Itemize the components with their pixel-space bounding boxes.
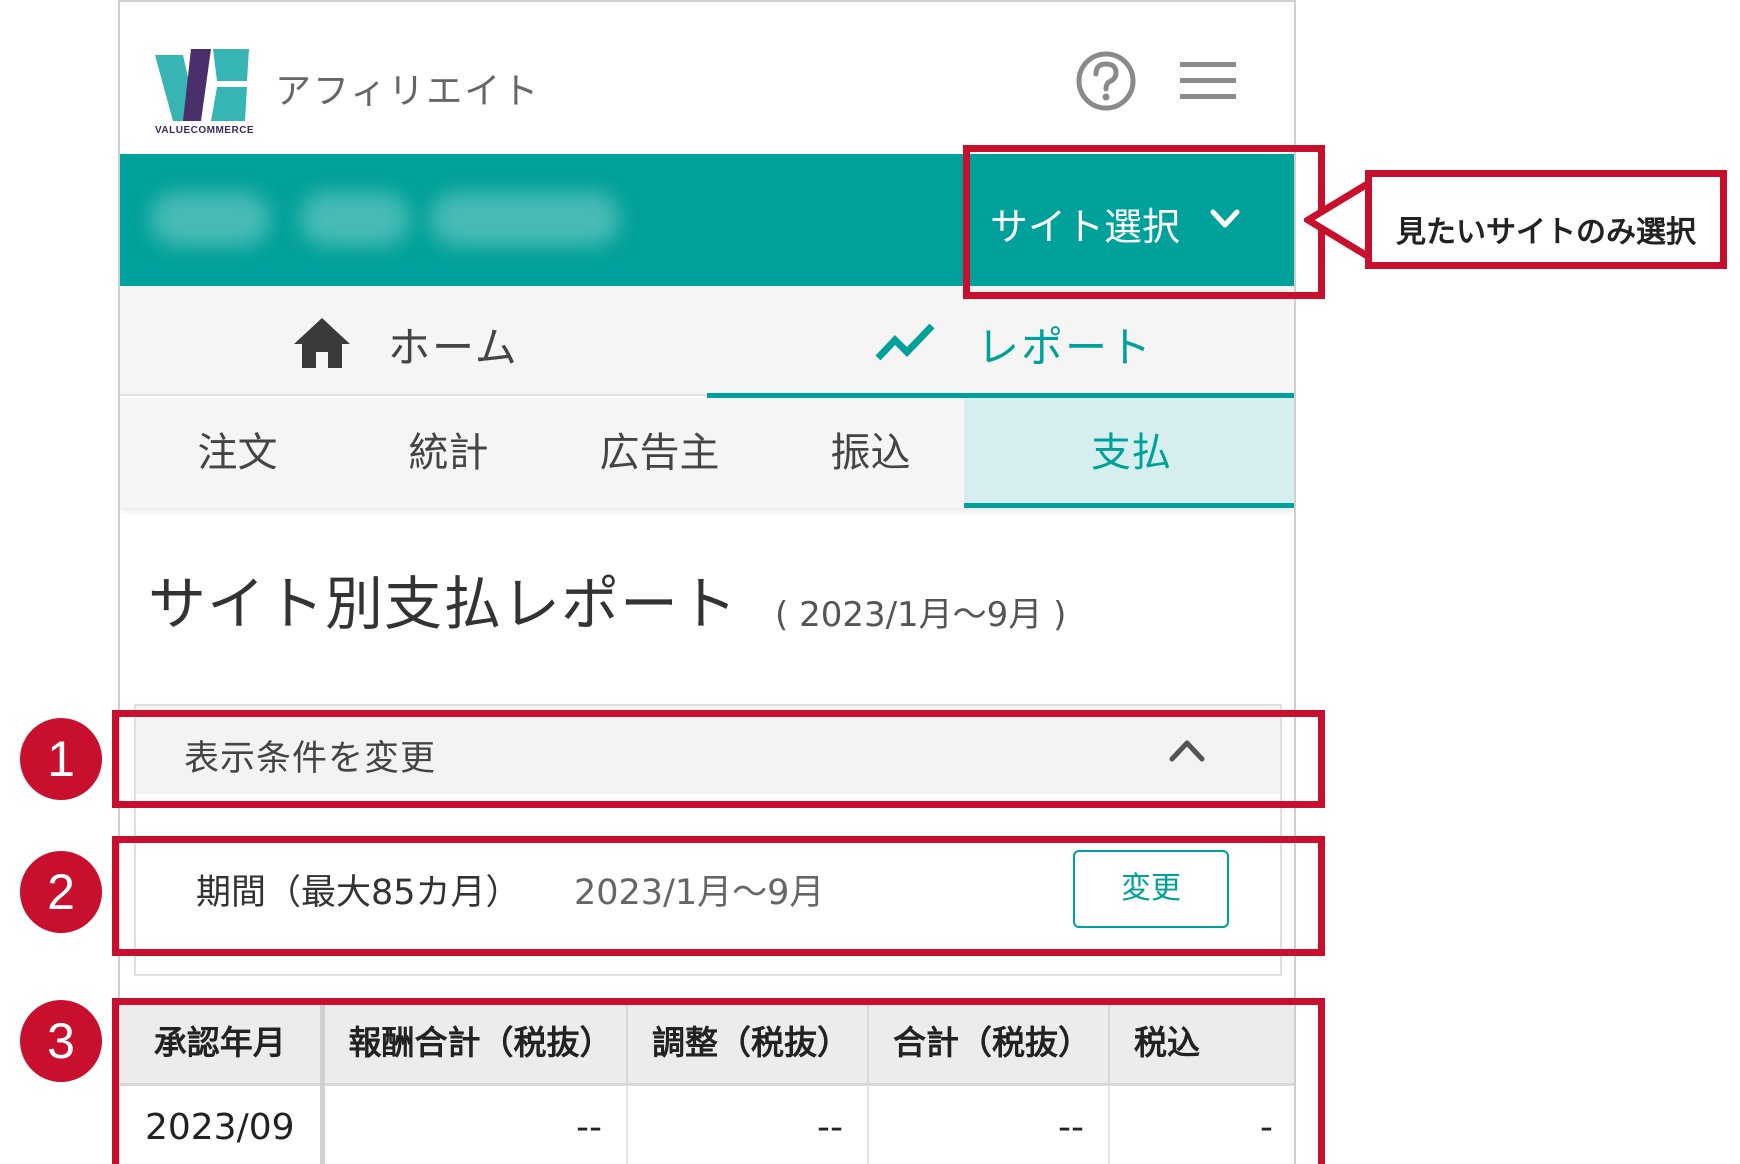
table-cell-month: 2023/09 [120, 1084, 325, 1164]
subtab-advertisers[interactable]: 広告主 [542, 398, 777, 508]
app-screen: VALUECOMMERCE アフィリエイト サイト選択 ホーム レポート 注文 … [118, 0, 1296, 1164]
column-header-reward-total[interactable]: 報酬合計（税抜） [322, 998, 628, 1086]
question-circle-icon[interactable] [1074, 49, 1138, 113]
site-select-dropdown[interactable]: サイト選択 [968, 154, 1294, 286]
display-conditions-toggle[interactable]: 表示条件を変更 [136, 706, 1280, 794]
site-select-callout: 見たいサイトのみ選択 [1365, 170, 1727, 269]
table-row: 2023/09 -- -- -- - [120, 1084, 1294, 1164]
callout-pointer-icon [1304, 175, 1374, 265]
blurred-site-name [300, 192, 410, 246]
subtab-payments[interactable]: 支払 [964, 398, 1294, 508]
page-title: サイト別支払レポート [148, 570, 739, 638]
table-cell-reward: -- [322, 1084, 628, 1164]
tab-home-label: ホーム [388, 323, 519, 372]
column-header-total[interactable]: 合計（税抜） [868, 998, 1110, 1086]
payment-report-table: 承認年月 報酬合計（税抜） 調整（税抜） 合計（税抜） 税込 2023/09 -… [120, 998, 1294, 1164]
app-title: アフィリエイト [275, 71, 541, 112]
app-header: VALUECOMMERCE アフィリエイト [120, 2, 1294, 154]
step-badge-1: 1 [20, 718, 102, 800]
subtab-orders[interactable]: 注文 [120, 398, 355, 508]
logo-wordmark: VALUECOMMERCE [155, 125, 255, 136]
change-period-button[interactable]: 変更 [1073, 850, 1229, 928]
period-value: 2023/1月〜9月 [574, 873, 825, 913]
column-header-approval-month[interactable]: 承認年月 [120, 998, 325, 1086]
blurred-site-name [430, 192, 620, 246]
home-icon [294, 318, 350, 368]
table-cell-tax: - [1109, 1084, 1294, 1164]
callout-text: 見たいサイトのみ選択 [1396, 215, 1696, 250]
tab-report[interactable]: レポート [707, 286, 1294, 398]
table-header-row: 承認年月 報酬合計（税抜） 調整（税抜） 合計（税抜） 税込 [120, 998, 1294, 1086]
main-nav-tabs: ホーム レポート [120, 286, 1294, 398]
report-sub-tabs: 注文 統計 広告主 振込 支払 [120, 398, 1294, 508]
table-cell-total: -- [868, 1084, 1110, 1164]
page-period: ( 2023/1月〜9月 ) [775, 595, 1067, 635]
valuecommerce-logo[interactable]: VALUECOMMERCE [155, 47, 260, 137]
column-header-tax-included[interactable]: 税込 [1109, 998, 1294, 1086]
logo-mark-icon [155, 49, 249, 121]
site-bar: サイト選択 [120, 154, 1294, 286]
period-label: 期間（最大85カ月） [196, 873, 521, 913]
column-header-adjustment[interactable]: 調整（税抜） [627, 998, 869, 1086]
table-cell-adjustment: -- [627, 1084, 869, 1164]
tab-report-label: レポート [977, 323, 1154, 372]
step-badge-3: 3 [20, 1000, 102, 1082]
hamburger-menu-icon[interactable] [1180, 62, 1236, 100]
subtab-transfers[interactable]: 振込 [753, 398, 988, 508]
chevron-down-icon [1210, 209, 1240, 228]
trend-chart-icon [875, 323, 935, 361]
tab-home[interactable]: ホーム [120, 286, 707, 396]
step-badge-2: 2 [20, 851, 102, 933]
display-conditions-panel: 表示条件を変更 期間（最大85カ月） 2023/1月〜9月 変更 [134, 704, 1282, 976]
display-conditions-label: 表示条件を変更 [184, 739, 437, 779]
blurred-site-name [150, 192, 270, 246]
callout-seam [1372, 214, 1382, 226]
chevron-up-icon [1169, 740, 1205, 762]
site-select-label: サイト選択 [990, 205, 1181, 249]
subtab-statistics[interactable]: 統計 [331, 398, 566, 508]
